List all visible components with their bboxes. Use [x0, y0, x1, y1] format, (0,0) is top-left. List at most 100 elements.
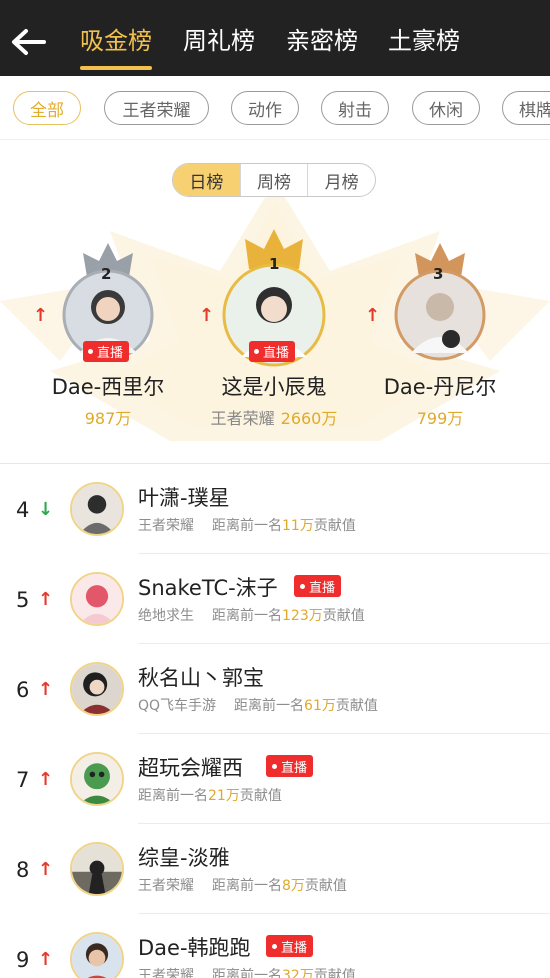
tab-weekly-gift-ranking[interactable]: 周礼榜 [183, 24, 255, 58]
gap-value: 123万 [282, 608, 323, 624]
avatar[interactable] [70, 842, 124, 896]
ranking-list: 4 ↓ 叶潇-璞星 王者荣耀 距离前一名11万贡献值 5 ↑ SnakeTC-沫子… [0, 463, 550, 978]
category-chip-board-card[interactable]: 棋牌 [502, 91, 550, 125]
rank-number: 6 [16, 678, 30, 702]
gap-prefix: 距离前一名 [212, 608, 282, 624]
period-daily-button[interactable]: 日榜 [173, 164, 241, 196]
gap-prefix: 距离前一名 [234, 698, 305, 714]
gap-info: QQ飞车手游 距离前一名61万贡献值 [138, 695, 378, 715]
rank-number: 8 [16, 858, 30, 882]
live-dot-icon [300, 583, 305, 589]
game-name: 王者荣耀 [138, 518, 194, 534]
live-label: 直播 [97, 346, 124, 361]
category-filter-bar: 全部 王者荣耀 动作 射击 休闲 棋牌 [0, 76, 550, 140]
podium-game: 王者荣耀 [210, 409, 275, 428]
game-name: QQ飞车手游 [138, 698, 217, 714]
live-dot-icon [88, 349, 93, 354]
podium-score-value: 2660万 [280, 409, 338, 428]
gap-value: 32万 [282, 968, 314, 978]
user-name: 超玩会耀西 [138, 756, 243, 780]
gap-value: 11万 [282, 518, 314, 534]
avatar[interactable] [70, 752, 124, 806]
avatar[interactable] [70, 662, 124, 716]
gap-prefix: 距离前一名 [212, 518, 282, 534]
gap-suffix: 贡献值 [313, 968, 356, 978]
list-item[interactable]: 5 ↑ SnakeTC-沫子 直播 绝地求生 距离前一名123万贡献值 [0, 554, 550, 644]
tab-gold-ranking[interactable]: 吸金榜 [80, 24, 152, 58]
rank-number: 4 [16, 498, 30, 522]
gap-suffix: 贡献值 [335, 698, 378, 714]
game-name: 王者荣耀 [138, 878, 194, 894]
live-badge: 直播 [266, 755, 314, 777]
gap-suffix: 贡献值 [313, 518, 356, 534]
user-name: 综皇-淡雅 [138, 846, 230, 870]
live-label: 直播 [263, 346, 290, 361]
top-navigation-bar: 吸金榜 周礼榜 亲密榜 土豪榜 [0, 0, 550, 76]
tab-tycoon-ranking[interactable]: 土豪榜 [388, 24, 460, 58]
game-name: 王者荣耀 [138, 968, 194, 978]
live-badge: 直播 [294, 575, 342, 597]
live-dot-icon [254, 349, 259, 354]
active-tab-indicator [80, 66, 152, 70]
trend-up-icon: ↑ [199, 305, 215, 326]
user-name: SnakeTC-沫子 [138, 576, 278, 600]
tab-intimacy-ranking[interactable]: 亲密榜 [286, 24, 358, 58]
trend-up-icon: ↑ [38, 589, 54, 610]
list-item[interactable]: 4 ↓ 叶潇-璞星 王者荣耀 距离前一名11万贡献值 [0, 464, 550, 554]
avatar[interactable] [70, 932, 124, 978]
gap-info: 距离前一名21万贡献值 [138, 785, 282, 805]
trend-up-icon: ↑ [38, 679, 54, 700]
gap-value: 21万 [208, 788, 240, 804]
live-label: 直播 [309, 580, 336, 596]
live-badge: 直播 [249, 341, 296, 362]
top-three-podium: 日榜 周榜 月榜 ↑ 2 直播 Dae-西里尔 987万 ↑ 1 直播 这是小辰… [0, 141, 550, 463]
live-label: 直播 [281, 760, 308, 776]
user-name: 秋名山丶郭宝 [138, 666, 264, 690]
list-item[interactable]: 7 ↑ 超玩会耀西 直播 距离前一名21万贡献值 [0, 734, 550, 824]
trend-up-icon: ↑ [33, 305, 49, 326]
bronze-crown-avatar-frame [394, 243, 486, 361]
list-item[interactable]: 6 ↑ 秋名山丶郭宝 QQ飞车手游 距离前一名61万贡献值 [0, 644, 550, 734]
period-monthly-button[interactable]: 月榜 [308, 164, 375, 196]
game-name: 绝地求生 [138, 608, 194, 624]
category-chip-shooter[interactable]: 射击 [321, 91, 389, 125]
list-item[interactable]: 8 ↑ 综皇-淡雅 王者荣耀 距离前一名8万贡献值 [0, 824, 550, 914]
rank-number: 5 [16, 588, 30, 612]
gap-prefix: 距离前一名 [212, 878, 282, 894]
gap-value: 61万 [304, 698, 336, 714]
category-chip-honor-of-kings[interactable]: 王者荣耀 [104, 91, 209, 125]
gap-suffix: 贡献值 [322, 608, 365, 624]
category-chip-all[interactable]: 全部 [13, 91, 81, 125]
rank-number: 3 [433, 265, 444, 283]
avatar[interactable] [70, 482, 124, 536]
live-dot-icon [272, 763, 277, 769]
gap-info: 王者荣耀 距离前一名8万贡献值 [138, 875, 347, 895]
podium-name: Dae-丹尼尔 [383, 375, 497, 399]
rank-number: 9 [16, 948, 30, 972]
back-arrow-icon[interactable] [10, 26, 50, 58]
gap-info: 王者荣耀 距离前一名11万贡献值 [138, 515, 356, 535]
list-item[interactable]: 9 ↑ Dae-韩跑跑 直播 王者荣耀 距离前一名32万贡献值 [0, 914, 550, 978]
trend-up-icon: ↑ [38, 859, 54, 880]
category-chip-casual[interactable]: 休闲 [412, 91, 480, 125]
gap-suffix: 贡献值 [239, 788, 282, 804]
gap-value: 8万 [282, 878, 305, 894]
live-label: 直播 [281, 940, 308, 956]
live-badge: 直播 [266, 935, 314, 957]
live-dot-icon [272, 943, 277, 949]
live-badge: 直播 [83, 341, 130, 362]
avatar[interactable] [70, 572, 124, 626]
period-toggle: 日榜 周榜 月榜 [172, 163, 376, 197]
user-name: 叶潇-璞星 [138, 486, 230, 510]
podium-score: 799万 [416, 409, 464, 428]
trend-down-icon: ↓ [38, 499, 54, 520]
user-name: Dae-韩跑跑 [138, 936, 251, 960]
period-weekly-button[interactable]: 周榜 [241, 164, 309, 196]
rank-number: 1 [269, 255, 280, 273]
category-chip-action[interactable]: 动作 [231, 91, 299, 125]
gap-info: 绝地求生 距离前一名123万贡献值 [138, 605, 365, 625]
gap-prefix: 距离前一名 [138, 788, 208, 804]
trend-up-icon: ↑ [38, 949, 54, 970]
trend-up-icon: ↑ [365, 305, 381, 326]
trend-up-icon: ↑ [38, 769, 54, 790]
